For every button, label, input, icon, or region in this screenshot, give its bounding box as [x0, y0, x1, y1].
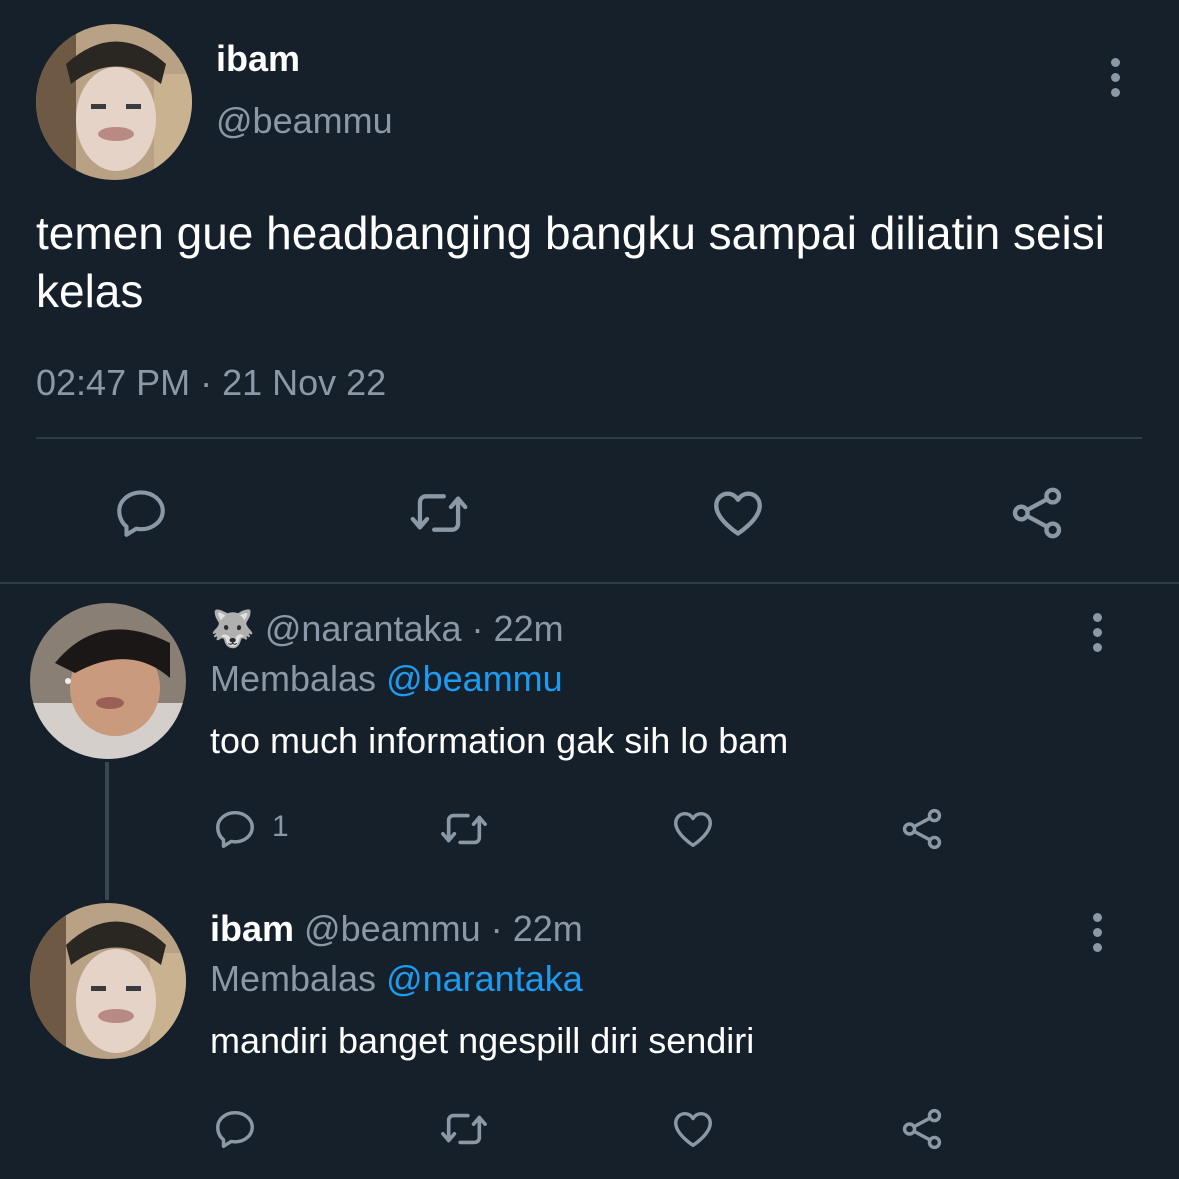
main-tweet-text: temen gue headbanging bangku sampai dili… — [36, 207, 1105, 317]
like-icon[interactable] — [668, 806, 718, 852]
section-divider — [0, 582, 1179, 584]
reply-handle[interactable]: @beammu — [304, 908, 481, 949]
reply-more-icon[interactable] — [1092, 913, 1102, 952]
reply-time[interactable]: 22m — [513, 908, 583, 949]
replying-to: Membalas @beammu — [210, 658, 563, 700]
reply-text: too much information gak sih lo bam — [210, 720, 789, 761]
share-icon[interactable] — [898, 806, 946, 852]
dot-separator: · — [471, 608, 484, 649]
reply-avatar[interactable] — [30, 903, 186, 1059]
main-divider — [36, 437, 1142, 439]
reply-text: mandiri banget ngespill diri sendiri — [210, 1020, 755, 1061]
dot-separator: · — [490, 908, 503, 949]
retweet-icon[interactable] — [438, 806, 490, 852]
wolf-emoji-icon: 🐺 — [210, 608, 255, 649]
reply-display-name[interactable]: ibam — [210, 908, 294, 949]
main-display-name[interactable]: ibam — [216, 38, 300, 80]
replying-to-link[interactable]: @beammu — [386, 658, 563, 699]
reply-header: 🐺 @narantaka · 22m — [210, 608, 564, 650]
reply-count: 1 — [272, 810, 289, 843]
like-icon[interactable] — [668, 1106, 718, 1152]
reply-avatar[interactable] — [30, 603, 186, 759]
like-icon[interactable] — [708, 484, 768, 542]
reply-icon[interactable] — [212, 806, 258, 852]
replying-prefix: Membalas — [210, 958, 377, 999]
main-timestamp[interactable]: 02:47 PM · 21 Nov 22 — [36, 362, 386, 404]
replying-prefix: Membalas — [210, 658, 377, 699]
replying-to: Membalas @narantaka — [210, 958, 583, 1000]
reply-more-icon[interactable] — [1092, 613, 1102, 652]
replying-to-link[interactable]: @narantaka — [386, 958, 583, 999]
share-icon[interactable] — [898, 1106, 946, 1152]
reply-handle[interactable]: @narantaka — [265, 608, 462, 649]
main-handle[interactable]: @beammu — [216, 100, 393, 142]
main-avatar[interactable] — [36, 24, 192, 180]
retweet-icon[interactable] — [408, 484, 470, 542]
share-icon[interactable] — [1008, 484, 1066, 542]
reply-icon[interactable] — [112, 484, 170, 542]
reply-icon[interactable] — [212, 1106, 258, 1152]
main-more-icon[interactable] — [1110, 58, 1120, 97]
reply-header: ibam @beammu · 22m — [210, 908, 583, 950]
thread-line — [105, 762, 109, 900]
reply-time[interactable]: 22m — [494, 608, 564, 649]
retweet-icon[interactable] — [438, 1106, 490, 1152]
